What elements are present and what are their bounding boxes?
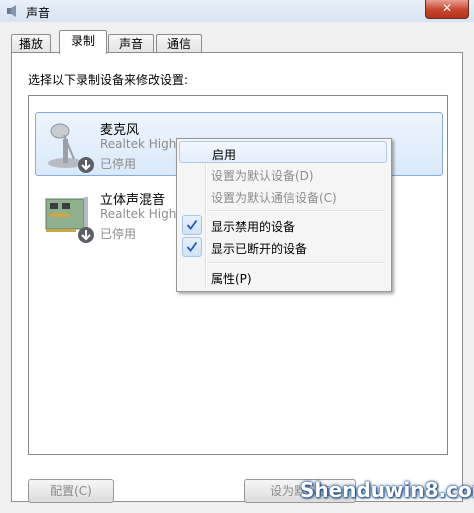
tab-communications[interactable]: 通信	[156, 34, 202, 53]
menu-item-show-disabled[interactable]: 显示禁用的设备	[179, 214, 387, 236]
context-menu: 启用 设置为默认设备(D) 设置为默认通信设备(C) 显示禁用的设备 显示已断开…	[176, 138, 392, 292]
device-status: 已停用	[100, 157, 137, 171]
menu-item-show-disconnected[interactable]: 显示已断开的设备	[179, 236, 387, 258]
menu-item-set-default[interactable]: 设置为默认设备(D)	[179, 163, 387, 185]
tab-sounds[interactable]: 声音	[108, 34, 154, 53]
menu-item-set-default-comm[interactable]: 设置为默认通信设备(C)	[179, 185, 387, 207]
checkmark-icon	[182, 215, 202, 235]
checkmark-icon	[182, 237, 202, 257]
menu-item-label: 显示禁用的设备	[211, 220, 296, 234]
menu-item-properties[interactable]: 属性(P)	[179, 266, 387, 288]
menu-separator	[209, 262, 385, 264]
speaker-icon	[7, 5, 16, 17]
menu-item-label: 设置为默认设备(D)	[211, 169, 314, 183]
title-bar: 声音 ✕	[0, 0, 474, 22]
menu-item-enable[interactable]: 启用	[179, 141, 387, 163]
menu-item-label: 设置为默认通信设备(C)	[211, 191, 337, 205]
watermark: Shenduwin8.com	[300, 478, 474, 502]
menu-separator	[209, 210, 385, 212]
close-button[interactable]: ✕	[425, 0, 469, 19]
window-title: 声音	[26, 6, 51, 20]
menu-item-label: 启用	[212, 148, 237, 162]
menu-item-label: 属性(P)	[211, 272, 252, 286]
tab-recording[interactable]: 录制	[59, 30, 107, 54]
instruction-text: 选择以下录制设备来修改设置:	[28, 73, 189, 87]
device-status: 已停用	[100, 227, 137, 241]
tab-playback[interactable]: 播放	[11, 34, 51, 53]
menu-item-label: 显示已断开的设备	[211, 242, 308, 256]
configure-button[interactable]: 配置(C)	[28, 479, 114, 503]
device-name: 麦克风	[100, 123, 140, 138]
sound-card-icon	[45, 197, 94, 243]
microphone-icon	[48, 123, 94, 173]
device-name: 立体声混音	[100, 193, 166, 208]
